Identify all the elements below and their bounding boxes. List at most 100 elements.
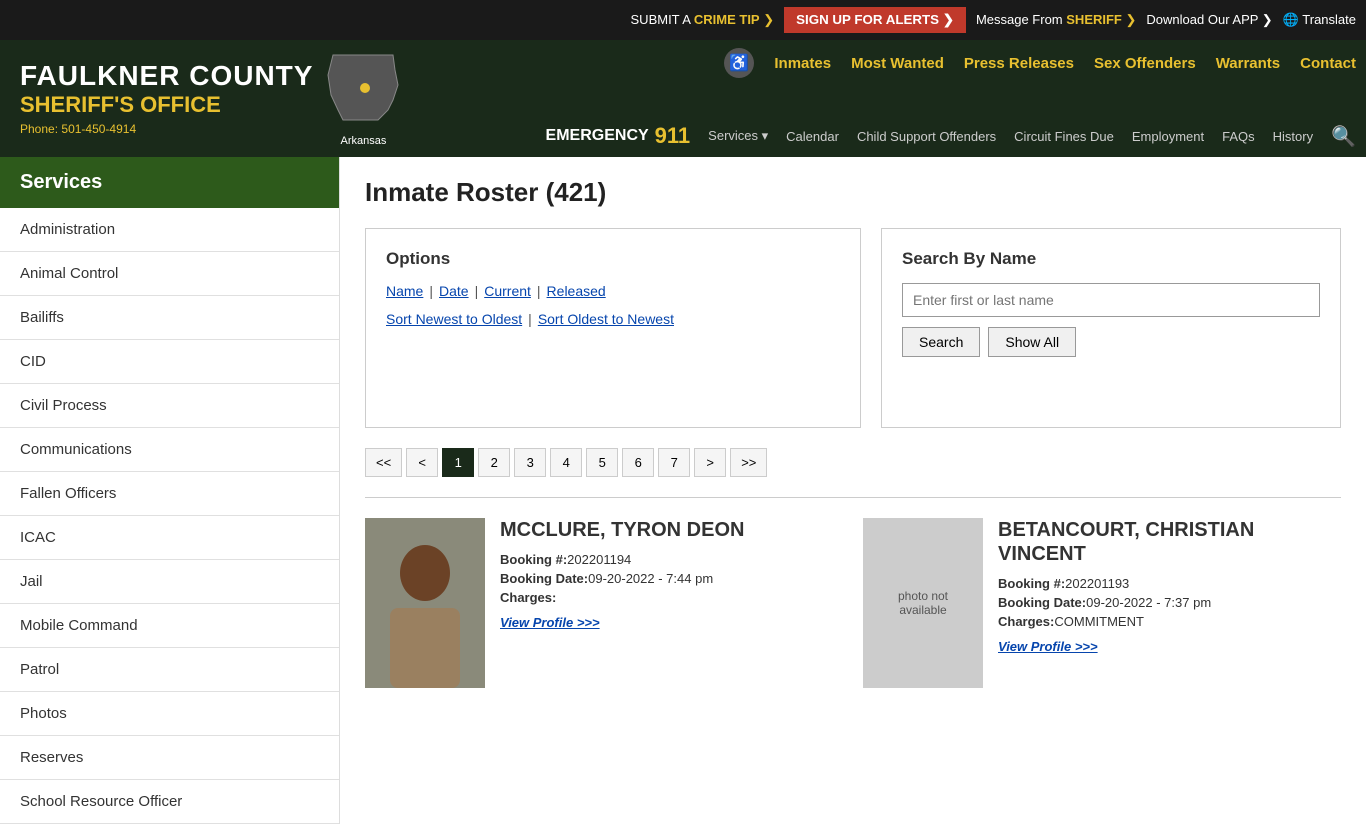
header-right: ♿ Inmates Most Wanted Press Releases Sex… [423,40,1366,157]
sidebar-item-administration[interactable]: Administration [0,208,339,252]
page-next[interactable]: > [694,448,726,477]
inmate-grid: MCCLURE, TYRON DEON Booking #:202201194 … [365,518,1341,688]
sidebar-item-communications[interactable]: Communications [0,428,339,472]
nav-history[interactable]: History [1273,129,1313,144]
main-content: Inmate Roster (421) Options Name | Date … [340,157,1366,824]
inmate-photo-1: photo not available [863,518,983,688]
page-4[interactable]: 4 [550,448,582,477]
arkansas-map: Arkansas [323,50,403,147]
top-bar: SUBMIT A CRIME TIP ❯ SIGN UP FOR ALERTS … [0,0,1366,40]
sidebar-item-jail[interactable]: Jail [0,560,339,604]
nav-contact[interactable]: Contact [1300,55,1356,72]
page-3[interactable]: 3 [514,448,546,477]
sidebar-item-civil-process[interactable]: Civil Process [0,384,339,428]
page-wrapper: Services Administration Animal Control B… [0,157,1366,824]
download-app-link[interactable]: Download Our APP ❯ [1146,12,1272,28]
sidebar-item-bailiffs[interactable]: Bailiffs [0,296,339,340]
inmate-charges-1: Charges:COMMITMENT [998,614,1341,629]
inmate-booking-date-1: Booking Date:09-20-2022 - 7:37 pm [998,595,1341,610]
logo-text: FAULKNER COUNTY SHERIFF'S OFFICE Phone: … [20,61,313,136]
inmate-booking-num-0: Booking #:202201194 [500,552,744,567]
inmate-info-1: BETANCOURT, CHRISTIAN VINCENT Booking #:… [998,518,1341,688]
page-1[interactable]: 1 [442,448,474,477]
search-buttons: Search Show All [902,327,1320,357]
sort-links: Sort Newest to Oldest | Sort Oldest to N… [386,311,840,327]
options-heading: Options [386,249,840,269]
nav-faqs[interactable]: FAQs [1222,129,1255,144]
sort-oldest[interactable]: Sort Oldest to Newest [538,311,674,327]
view-profile-1[interactable]: View Profile >>> [998,639,1098,654]
page-title: Inmate Roster (421) [365,177,1341,208]
search-box: Search By Name Search Show All [881,228,1341,428]
inmate-photo-0 [365,518,485,688]
inmate-charges-0: Charges: [500,590,744,605]
page-first[interactable]: << [365,448,402,477]
sidebar-title: Services [0,157,339,208]
sidebar: Services Administration Animal Control B… [0,157,340,824]
emergency-badge: EMERGENCY 911 [546,123,691,149]
phone: Phone: 501-450-4914 [20,122,313,136]
inmate-name-1: BETANCOURT, CHRISTIAN VINCENT [998,518,1341,566]
header: FAULKNER COUNTY SHERIFF'S OFFICE Phone: … [0,40,1366,157]
sidebar-item-patrol[interactable]: Patrol [0,648,339,692]
alerts-button[interactable]: SIGN UP FOR ALERTS ❯ [784,7,966,33]
page-prev[interactable]: < [406,448,438,477]
divider [365,497,1341,498]
crime-tip-text: SUBMIT A CRIME TIP ❯ [631,12,775,28]
sidebar-item-fallen-officers[interactable]: Fallen Officers [0,472,339,516]
nav-sex-offenders[interactable]: Sex Offenders [1094,55,1196,72]
nav-press-releases[interactable]: Press Releases [964,55,1074,72]
sidebar-item-mobile-command[interactable]: Mobile Command [0,604,339,648]
page-2[interactable]: 2 [478,448,510,477]
county-name: FAULKNER COUNTY [20,61,313,92]
nav-child-support[interactable]: Child Support Offenders [857,129,996,144]
pagination: << < 1 2 3 4 5 6 7 > >> [365,448,1341,477]
page-6[interactable]: 6 [622,448,654,477]
inmate-booking-date-0: Booking Date:09-20-2022 - 7:44 pm [500,571,744,586]
accessibility-button[interactable]: ♿ [724,48,754,78]
nav-calendar[interactable]: Calendar [786,129,839,144]
nav-employment[interactable]: Employment [1132,129,1204,144]
sort-newest[interactable]: Sort Newest to Oldest [386,311,522,327]
options-search-row: Options Name | Date | Current | Released… [365,228,1341,428]
sidebar-item-photos[interactable]: Photos [0,692,339,736]
filter-date[interactable]: Date [439,283,469,299]
inmate-info-0: MCCLURE, TYRON DEON Booking #:202201194 … [500,518,744,688]
filter-released[interactable]: Released [547,283,606,299]
view-profile-0[interactable]: View Profile >>> [500,615,600,630]
translate-link[interactable]: 🌐 Translate [1283,12,1356,28]
sidebar-item-animal-control[interactable]: Animal Control [0,252,339,296]
inmate-booking-num-1: Booking #:202201193 [998,576,1341,591]
search-input[interactable] [902,283,1320,317]
search-heading: Search By Name [902,249,1320,269]
filter-name[interactable]: Name [386,283,423,299]
nav-most-wanted[interactable]: Most Wanted [851,55,944,72]
nav-warrants[interactable]: Warrants [1216,55,1280,72]
sidebar-item-school-resource[interactable]: School Resource Officer [0,780,339,824]
nav-services[interactable]: Services ▾ [708,128,768,144]
arkansas-label: Arkansas [323,135,403,147]
office-name: SHERIFF'S OFFICE [20,92,313,118]
nav-circuit-fines[interactable]: Circuit Fines Due [1014,129,1114,144]
page-5[interactable]: 5 [586,448,618,477]
header-left: FAULKNER COUNTY SHERIFF'S OFFICE Phone: … [0,40,423,157]
sidebar-item-icac[interactable]: ICAC [0,516,339,560]
crime-tip-link[interactable]: CRIME TIP [694,12,760,27]
nav-bottom: EMERGENCY 911 Services ▾ Calendar Child … [433,123,1356,149]
page-last[interactable]: >> [730,448,767,477]
options-filter-links: Name | Date | Current | Released [386,283,840,299]
show-all-button[interactable]: Show All [988,327,1076,357]
inmate-name-0: MCCLURE, TYRON DEON [500,518,744,542]
sidebar-item-cid[interactable]: CID [0,340,339,384]
sidebar-item-reserves[interactable]: Reserves [0,736,339,780]
options-box: Options Name | Date | Current | Released… [365,228,861,428]
inmate-card-1: photo not available BETANCOURT, CHRISTIA… [863,518,1341,688]
search-button[interactable]: Search [902,327,980,357]
search-icon-button[interactable]: 🔍 [1331,124,1356,149]
inmate-card-0: MCCLURE, TYRON DEON Booking #:202201194 … [365,518,843,688]
nav-top: ♿ Inmates Most Wanted Press Releases Sex… [433,48,1356,78]
page-7[interactable]: 7 [658,448,690,477]
filter-current[interactable]: Current [484,283,531,299]
nav-inmates[interactable]: Inmates [774,55,831,72]
sheriff-msg: Message From SHERIFF ❯ [976,12,1136,28]
